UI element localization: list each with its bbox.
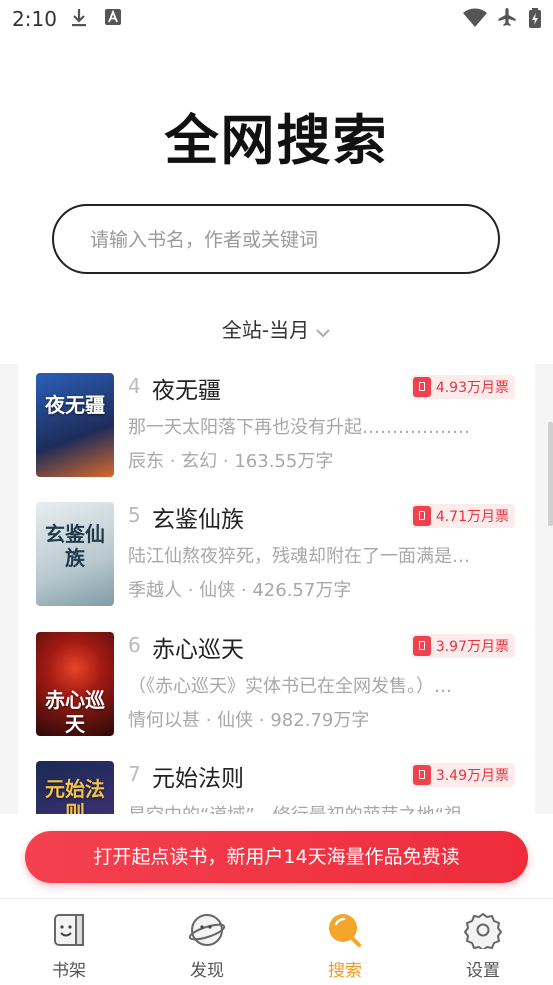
battery-icon — [528, 7, 542, 33]
status-bar: 2:10 — [0, 0, 553, 36]
book-rank: 6 — [128, 633, 141, 657]
search-box[interactable] — [52, 204, 500, 274]
ticket-icon — [412, 636, 431, 656]
page-title: 全网搜索 — [164, 109, 389, 172]
ticket-icon — [412, 377, 431, 397]
book-title[interactable]: 赤心巡天 — [152, 630, 244, 664]
open-app-button[interactable]: 打开起点读书，新用户14天海量作品免费读 — [25, 831, 528, 883]
book-description: （《赤心巡天》实体书已在全网发售。）… — [128, 676, 452, 697]
app-notification-icon — [104, 8, 122, 30]
book-rank: 5 — [128, 503, 141, 527]
ticket-icon — [412, 765, 431, 785]
book-cover[interactable]: 夜无疆 — [36, 373, 114, 477]
search-input[interactable] — [88, 206, 472, 274]
book-title[interactable]: 玄鉴仙族 — [152, 500, 244, 534]
wifi-icon — [462, 8, 488, 32]
tab-bookshelf-label: 书架 — [52, 961, 86, 981]
discover-icon — [188, 911, 226, 949]
tab-settings[interactable]: 设置 — [414, 899, 552, 985]
search-icon — [326, 911, 364, 949]
book-ranking-list: 夜无疆 4 夜无疆 4.93万月票 那一天太阳落下再也没有升起……………… 辰东… — [18, 364, 535, 824]
bookshelf-icon — [50, 911, 88, 949]
tab-bookshelf[interactable]: 书架 — [0, 899, 138, 985]
book-description: 那一天太阳落下再也没有升起……………… — [128, 417, 470, 438]
book-cover-title: 赤心巡天 — [45, 688, 105, 736]
monthly-ticket-badge: 4.93万月票 — [410, 375, 515, 399]
book-title[interactable]: 夜无疆 — [152, 371, 221, 405]
tab-settings-label: 设置 — [466, 961, 500, 981]
gear-icon — [464, 911, 502, 951]
book-title[interactable]: 元始法则 — [152, 759, 244, 793]
book-cover-title: 夜无疆 — [45, 393, 105, 417]
ranking-filter-label: 全站-当月 — [221, 318, 310, 342]
book-meta: 季越人 · 仙侠 · 426.57万字 — [128, 580, 352, 601]
book-cover[interactable]: 赤心巡天 — [36, 632, 114, 736]
tab-discover-label: 发现 — [190, 961, 224, 981]
book-cover[interactable]: 玄鉴仙族 — [36, 502, 114, 606]
ticket-icon — [412, 506, 431, 526]
book-description: 陆江仙熬夜猝死，残魂却附在了一面满是… — [128, 546, 470, 567]
tab-search[interactable]: 搜索 — [276, 899, 414, 985]
book-item[interactable]: 夜无疆 4 夜无疆 4.93万月票 那一天太阳落下再也没有升起……………… 辰东… — [18, 369, 535, 489]
airplane-icon — [496, 7, 518, 33]
monthly-ticket-badge: 3.49万月票 — [410, 763, 515, 787]
book-meta: 辰东 · 玄幻 · 163.55万字 — [128, 451, 334, 472]
book-rank: 7 — [128, 762, 141, 786]
monthly-ticket-badge: 4.71万月票 — [410, 504, 515, 528]
tab-search-label: 搜索 — [328, 961, 362, 981]
book-item[interactable]: 赤心巡天 6 赤心巡天 3.97万月票 （《赤心巡天》实体书已在全网发售。）… … — [18, 628, 535, 748]
book-meta: 情何以甚 · 仙侠 · 982.79万字 — [128, 710, 370, 731]
book-cover-title: 玄鉴仙族 — [45, 522, 105, 570]
book-item[interactable]: 玄鉴仙族 5 玄鉴仙族 4.71万月票 陆江仙熬夜猝死，残魂却附在了一面满是… … — [18, 498, 535, 618]
tab-discover[interactable]: 发现 — [138, 899, 276, 985]
chevron-down-icon — [315, 320, 331, 344]
book-rank: 4 — [128, 374, 141, 398]
status-time: 2:10 — [12, 7, 57, 31]
monthly-ticket-badge: 3.97万月票 — [410, 634, 515, 658]
download-icon — [70, 8, 88, 32]
bottom-tab-bar: 书架 发现 搜索 设置 — [0, 898, 553, 985]
scrollbar[interactable] — [548, 422, 553, 526]
ranking-filter-dropdown[interactable]: 全站-当月 — [0, 314, 553, 344]
